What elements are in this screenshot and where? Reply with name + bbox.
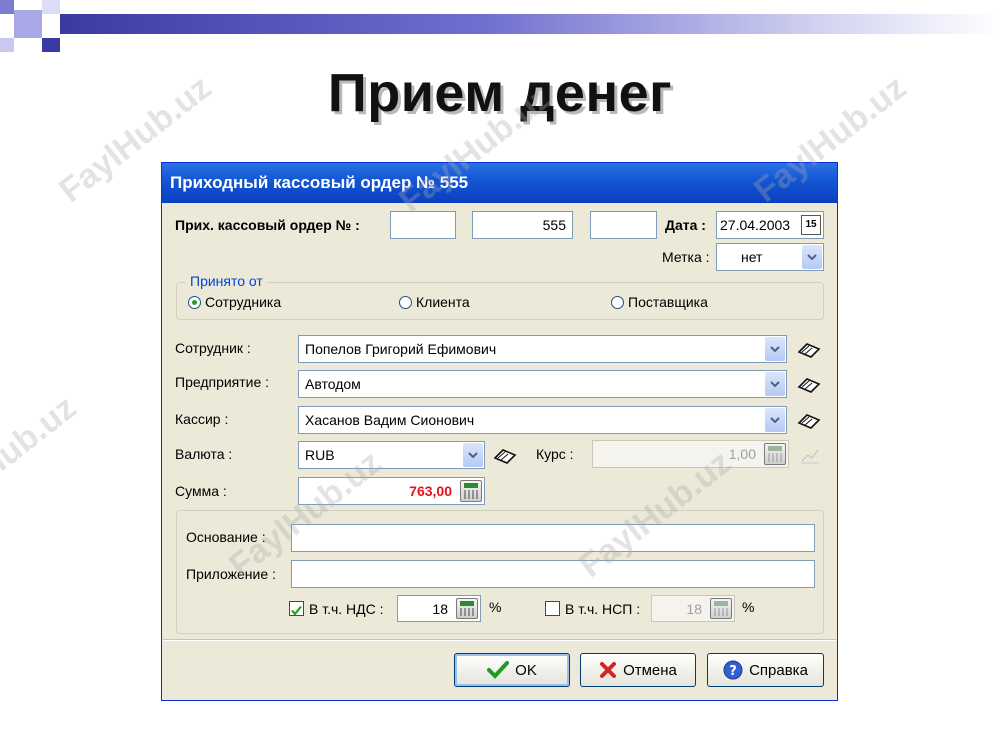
company-label: Предприятие :	[175, 374, 270, 390]
help-icon: ?	[723, 660, 743, 680]
rate-field: 1,00	[592, 440, 789, 468]
help-button[interactable]: ? Справка	[707, 653, 824, 687]
amount-value: 763,00	[409, 483, 452, 499]
nsp-value: 18	[686, 601, 702, 617]
radio-icon	[611, 295, 624, 309]
chevron-down-icon[interactable]	[765, 372, 785, 396]
decor-square	[42, 0, 60, 14]
nsp-checkbox[interactable]	[545, 601, 560, 616]
date-value: 27.04.2003	[720, 217, 791, 233]
amount-field[interactable]: 763,00	[298, 477, 485, 505]
slide-title: Прием денег	[327, 63, 673, 123]
radio-client[interactable]: Клиента	[399, 294, 470, 310]
received-from-legend: Принято от	[186, 273, 267, 289]
decor-square	[42, 38, 60, 52]
vat-label: В т.ч. НДС :	[309, 601, 384, 617]
amount-label: Сумма :	[175, 483, 227, 499]
cancel-label: Отмена	[623, 661, 677, 679]
chevron-down-icon[interactable]	[802, 245, 822, 269]
decor-square	[14, 10, 42, 38]
cashier-select[interactable]: Хасанов Вадим Сионович	[298, 406, 787, 434]
dialog-titlebar[interactable]: Приходный кассовый ордер № 555	[162, 163, 837, 203]
currency-label: Валюта :	[175, 446, 233, 462]
checkmark-icon	[487, 661, 510, 679]
vat-field[interactable]: 18	[397, 595, 481, 622]
employee-select[interactable]: Попелов Григорий Ефимович	[298, 335, 787, 363]
radio-icon	[399, 295, 412, 309]
vat-value: 18	[432, 601, 448, 617]
radio-supplier[interactable]: Поставщика	[611, 294, 708, 310]
cashier-value: Хасанов Вадим Сионович	[305, 412, 475, 428]
ok-button[interactable]: OK	[454, 653, 570, 687]
svg-text:?: ?	[729, 664, 737, 679]
nsp-percent: %	[742, 599, 755, 615]
chevron-down-icon[interactable]	[765, 337, 785, 361]
radio-employee[interactable]: Сотрудника	[188, 294, 281, 310]
nsp-field: 18	[651, 595, 735, 622]
tag-value: нет	[741, 249, 763, 265]
company-select[interactable]: Автодом	[298, 370, 787, 398]
rate-label: Курс :	[536, 446, 574, 462]
company-value: Автодом	[305, 376, 361, 392]
calculator-icon[interactable]	[460, 480, 482, 502]
employee-value: Попелов Григорий Ефимович	[305, 341, 497, 357]
currency-select[interactable]: RUB	[298, 441, 485, 469]
date-label: Дата :	[665, 217, 706, 233]
help-label: Справка	[749, 661, 808, 679]
attachment-input[interactable]	[291, 560, 815, 588]
calculator-icon	[710, 598, 732, 619]
radio-selected-icon	[188, 295, 201, 309]
tag-select[interactable]: нет	[716, 243, 824, 271]
cashier-label: Кассир :	[175, 411, 229, 427]
chevron-down-icon[interactable]	[463, 443, 483, 467]
vat-percent: %	[489, 599, 502, 615]
vat-checkbox[interactable]	[289, 601, 304, 616]
calendar-icon[interactable]: 15	[801, 215, 821, 235]
ok-label: OK	[515, 661, 537, 679]
watermark: FaylHub.uz	[0, 388, 84, 530]
order-suffix-field[interactable]	[590, 211, 657, 239]
radio-employee-label: Сотрудника	[205, 294, 282, 310]
cash-receipt-dialog: Приходный кассовый ордер № 555 Прих. кас…	[161, 162, 838, 701]
basis-input[interactable]	[291, 524, 815, 552]
basis-label: Основание :	[186, 529, 266, 545]
cancel-button[interactable]: Отмена	[580, 653, 696, 687]
close-icon	[600, 662, 617, 678]
order-prefix-field[interactable]	[390, 211, 456, 239]
chevron-down-icon[interactable]	[765, 408, 785, 432]
book-icon[interactable]	[797, 377, 821, 393]
book-icon[interactable]	[797, 342, 821, 358]
calculator-icon	[764, 443, 786, 465]
attachment-label: Приложение :	[186, 566, 276, 582]
decor-square	[0, 0, 14, 14]
calculator-icon[interactable]	[456, 598, 478, 619]
employee-label: Сотрудник :	[175, 340, 251, 356]
header-band	[60, 14, 1000, 34]
radio-supplier-label: Поставщика	[628, 294, 708, 310]
decor-square	[0, 38, 14, 52]
currency-value: RUB	[305, 447, 335, 463]
book-icon[interactable]	[797, 413, 821, 429]
book-icon[interactable]	[493, 448, 517, 464]
order-number-label: Прих. кассовый ордер № :	[175, 217, 360, 233]
nsp-label: В т.ч. НСП :	[565, 601, 641, 617]
date-field[interactable]: 27.04.2003 15	[716, 211, 824, 239]
radio-client-label: Клиента	[416, 294, 470, 310]
footer-divider	[163, 639, 836, 641]
order-number-field[interactable]: 555	[472, 211, 573, 239]
tag-label: Метка :	[662, 249, 710, 265]
rate-chart-icon	[801, 449, 819, 464]
rate-value: 1,00	[728, 446, 756, 462]
